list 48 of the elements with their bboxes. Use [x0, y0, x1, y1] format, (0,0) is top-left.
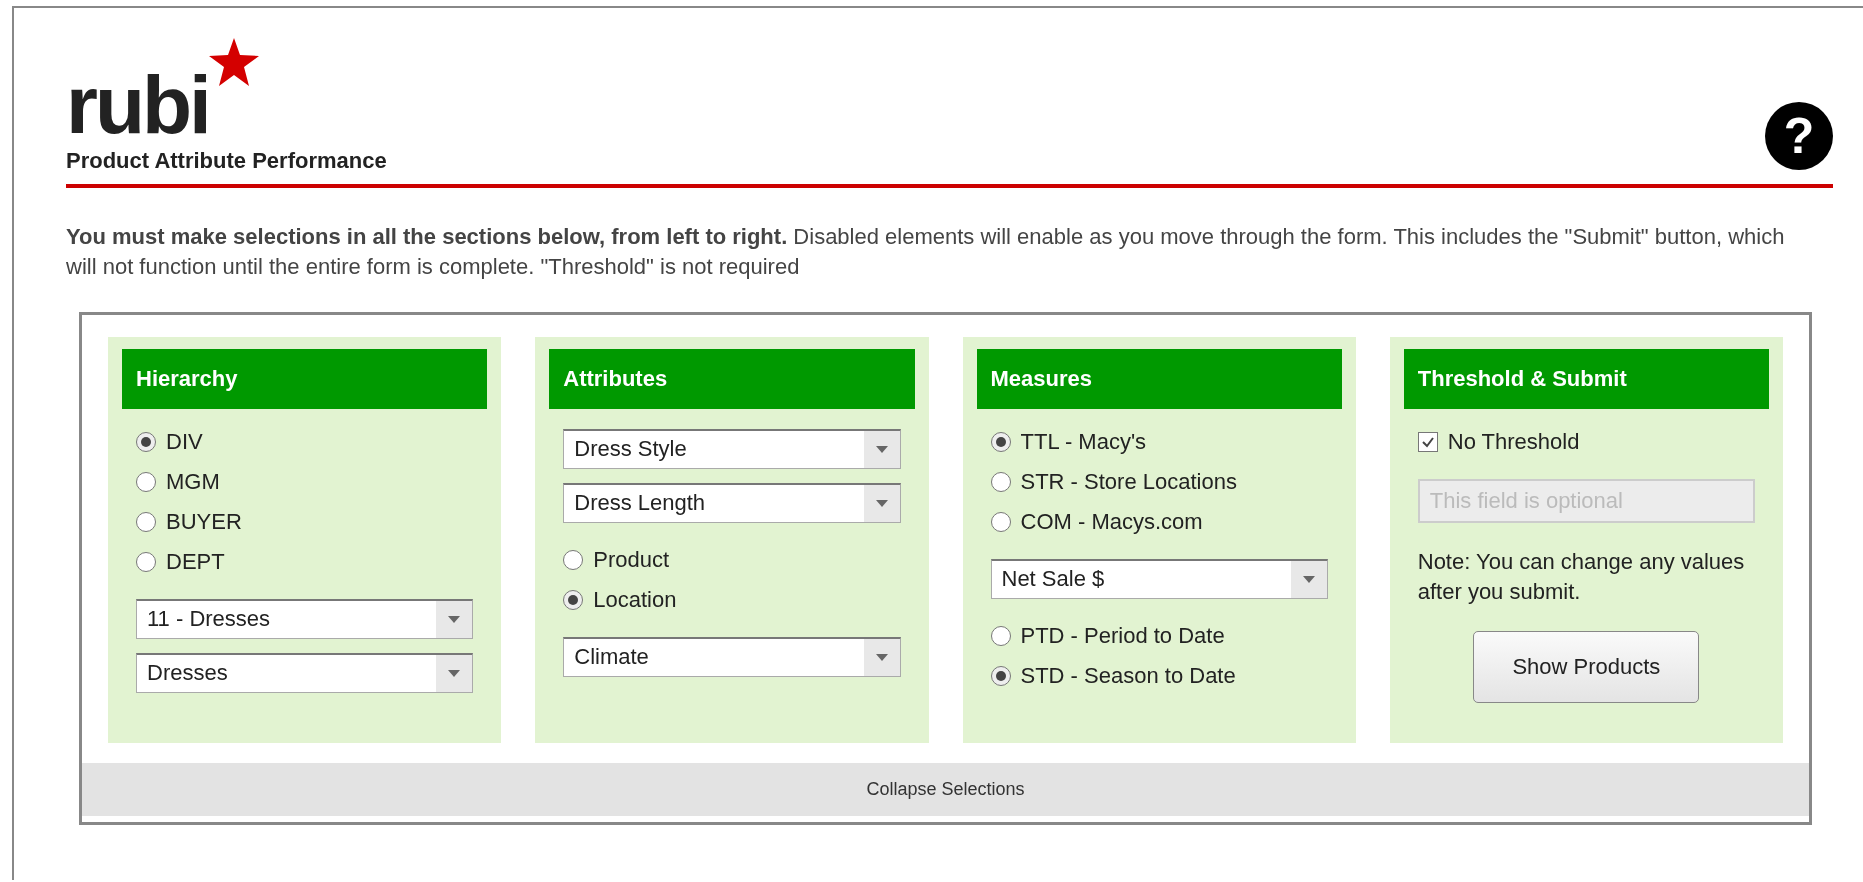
section-header: Threshold & Submit	[1403, 348, 1769, 409]
radio-button[interactable]	[990, 431, 1011, 452]
caret-icon	[875, 653, 888, 661]
radio-label: STR - Store Locations	[1020, 468, 1237, 495]
radio-label: BUYER	[166, 508, 242, 535]
radio-label: Location	[593, 586, 677, 613]
help-button[interactable]: ?	[1765, 101, 1833, 170]
dropdown[interactable]: Dress Style	[563, 428, 901, 469]
radio-button[interactable]	[136, 551, 156, 572]
checkbox[interactable]	[1417, 431, 1438, 452]
radio-button[interactable]	[990, 471, 1011, 492]
logo-text: rubi	[66, 68, 209, 142]
radio-button[interactable]	[563, 589, 584, 610]
radio-label: TTL - Macy's	[1020, 428, 1147, 455]
dropdown[interactable]: 11 - Dresses	[136, 598, 474, 639]
caret-icon	[448, 669, 461, 677]
radio-label: PTD - Period to Date	[1020, 622, 1225, 649]
dropdown[interactable]: Net Sale $	[990, 558, 1328, 599]
radio-button[interactable]	[136, 511, 156, 532]
checkbox-label: No Threshold	[1447, 428, 1580, 455]
radio-button[interactable]	[990, 625, 1011, 646]
radio-button[interactable]	[136, 471, 156, 492]
caret-icon	[875, 499, 888, 507]
show-products-button[interactable]: Show Products	[1473, 630, 1700, 703]
radio-label: Product	[593, 546, 670, 573]
dropdown[interactable]: Climate	[563, 636, 901, 677]
radio-button[interactable]	[990, 665, 1011, 686]
radio-button[interactable]	[990, 511, 1011, 532]
radio-button[interactable]	[136, 431, 156, 452]
note-text: Note: You can change any values after you submit.	[1417, 547, 1746, 606]
section-header: Attributes	[549, 348, 915, 409]
collapse-selections-bar[interactable]: Collapse Selections	[82, 762, 1809, 816]
radio-label: DEPT	[166, 548, 225, 575]
radio-button[interactable]	[563, 549, 584, 570]
section-header: Hierarchy	[122, 348, 488, 409]
star-icon	[208, 38, 259, 86]
radio-label: DIV	[166, 428, 203, 455]
section-header: Measures	[976, 348, 1342, 409]
dropdown[interactable]: Dresses	[136, 652, 474, 693]
caret-icon	[1302, 575, 1315, 583]
instructions-text: You must make selections in all the sections below, from left to right. Disabled elements will enable as you move through the form. This includes the "Submit" button, which will not function until the entire form is complete. "Threshold" is not required	[66, 222, 1786, 281]
caret-icon	[875, 445, 888, 453]
caret-icon	[448, 615, 461, 623]
page-subtitle: Product Attribute Performance	[66, 147, 387, 174]
dropdown[interactable]: Dress Length	[563, 482, 901, 523]
radio-label: STD - Season to Date	[1020, 662, 1236, 689]
radio-label: MGM	[166, 468, 220, 495]
radio-label: COM - Macys.com	[1020, 508, 1203, 535]
